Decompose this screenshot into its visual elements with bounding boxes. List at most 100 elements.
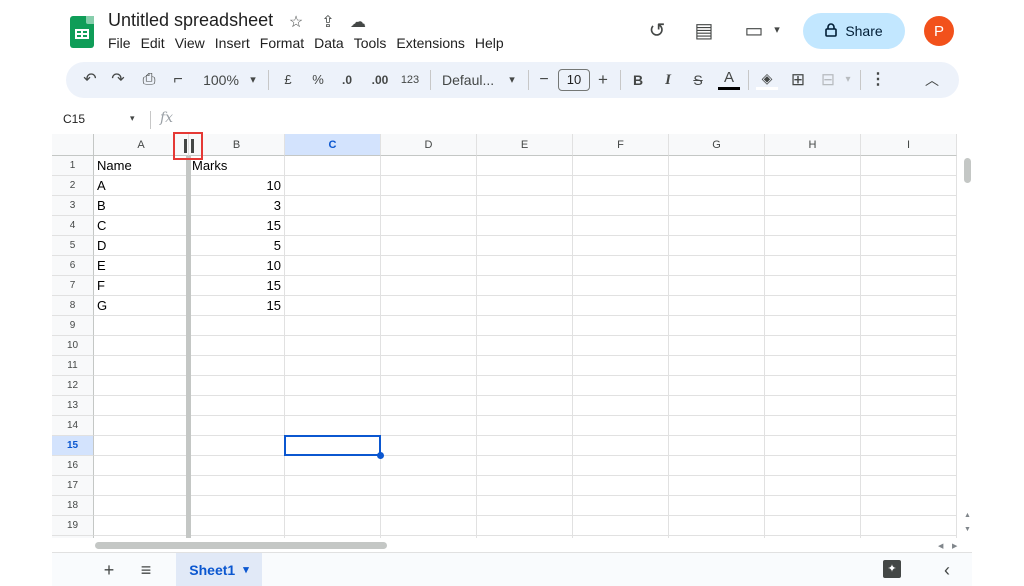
cell-b8[interactable]: 15 — [189, 296, 285, 316]
decrease-font-size-button[interactable]: − — [536, 70, 552, 90]
cell-g4[interactable] — [669, 216, 765, 236]
menu-view[interactable]: View — [175, 35, 205, 51]
increase-decimal-button[interactable]: .00 — [367, 70, 393, 90]
cell-d16[interactable] — [381, 456, 477, 476]
undo-icon[interactable]: ↶ — [80, 70, 100, 90]
cell-g19[interactable] — [669, 516, 765, 536]
cell-f17[interactable] — [573, 476, 669, 496]
column-header-f[interactable]: F — [573, 134, 669, 156]
row-header-2[interactable]: 2 — [52, 176, 94, 196]
add-sheet-icon[interactable]: + — [100, 560, 118, 581]
cell-a11[interactable] — [94, 356, 189, 376]
cell-b15[interactable] — [189, 436, 285, 456]
row-header-13[interactable]: 13 — [52, 396, 94, 416]
cell-b13[interactable] — [189, 396, 285, 416]
spreadsheet-grid[interactable]: A B C D E F G H I 1 Name Marks 2 A 10 3 B 3 4 C 15 5 D 5 6 E 10 7 F 1… — [52, 134, 972, 538]
cell-i1[interactable] — [861, 156, 957, 176]
cell-d11[interactable] — [381, 356, 477, 376]
cell-e18[interactable] — [477, 496, 573, 516]
cell-a6[interactable]: E — [94, 256, 189, 276]
cell-g6[interactable] — [669, 256, 765, 276]
row-header-20[interactable]: 20 — [52, 536, 94, 538]
menu-file[interactable]: File — [108, 35, 131, 51]
column-header-b[interactable]: B — [189, 134, 285, 156]
cell-h2[interactable] — [765, 176, 861, 196]
cell-f1[interactable] — [573, 156, 669, 176]
text-color-button[interactable]: A — [718, 70, 740, 90]
cell-i8[interactable] — [861, 296, 957, 316]
cell-f2[interactable] — [573, 176, 669, 196]
zoom-dropdown-icon[interactable]: ▾ — [246, 70, 260, 90]
menu-help[interactable]: Help — [475, 35, 504, 51]
cell-d5[interactable] — [381, 236, 477, 256]
vertical-scroll-thumb[interactable] — [964, 158, 971, 183]
merge-dropdown-icon[interactable]: ▾ — [842, 70, 854, 90]
font-size-input[interactable]: 10 — [558, 69, 590, 91]
row-header-18[interactable]: 18 — [52, 496, 94, 516]
sheet-tab-dropdown-icon[interactable]: ▾ — [243, 563, 249, 576]
all-sheets-icon[interactable]: ≡ — [137, 560, 155, 581]
cell-f19[interactable] — [573, 516, 669, 536]
scroll-right-arrow-icon[interactable]: ▶ — [952, 542, 957, 550]
merge-cells-icon[interactable]: ⊟ — [818, 70, 838, 90]
row-header-5[interactable]: 5 — [52, 236, 94, 256]
cell-g7[interactable] — [669, 276, 765, 296]
cell-h16[interactable] — [765, 456, 861, 476]
cell-h1[interactable] — [765, 156, 861, 176]
cell-c20[interactable] — [285, 536, 381, 538]
cell-d13[interactable] — [381, 396, 477, 416]
cell-e12[interactable] — [477, 376, 573, 396]
paint-format-icon[interactable]: ⌐ — [168, 70, 188, 90]
cell-c2[interactable] — [285, 176, 381, 196]
cell-a16[interactable] — [94, 456, 189, 476]
cell-d1[interactable] — [381, 156, 477, 176]
cell-e1[interactable] — [477, 156, 573, 176]
cell-d7[interactable] — [381, 276, 477, 296]
cell-f7[interactable] — [573, 276, 669, 296]
explore-icon[interactable]: ✦ — [883, 560, 901, 578]
cell-d4[interactable] — [381, 216, 477, 236]
vertical-scrollbar[interactable] — [962, 156, 972, 538]
cell-e16[interactable] — [477, 456, 573, 476]
cell-e5[interactable] — [477, 236, 573, 256]
row-header-1[interactable]: 1 — [52, 156, 94, 176]
menu-insert[interactable]: Insert — [215, 35, 250, 51]
cell-g2[interactable] — [669, 176, 765, 196]
menu-data[interactable]: Data — [314, 35, 344, 51]
cell-h15[interactable] — [765, 436, 861, 456]
row-header-15[interactable]: 15 — [52, 436, 94, 456]
cell-e6[interactable] — [477, 256, 573, 276]
cell-i4[interactable] — [861, 216, 957, 236]
column-header-g[interactable]: G — [669, 134, 765, 156]
cell-i18[interactable] — [861, 496, 957, 516]
cell-a14[interactable] — [94, 416, 189, 436]
cell-c17[interactable] — [285, 476, 381, 496]
comments-icon[interactable]: ▤ — [692, 18, 716, 43]
cell-i5[interactable] — [861, 236, 957, 256]
cell-c5[interactable] — [285, 236, 381, 256]
cell-d10[interactable] — [381, 336, 477, 356]
cell-f9[interactable] — [573, 316, 669, 336]
cell-e13[interactable] — [477, 396, 573, 416]
side-panel-toggle-icon[interactable]: ‹ — [938, 560, 956, 581]
cell-g1[interactable] — [669, 156, 765, 176]
cell-b20[interactable] — [189, 536, 285, 538]
cell-h9[interactable] — [765, 316, 861, 336]
cell-h6[interactable] — [765, 256, 861, 276]
row-header-9[interactable]: 9 — [52, 316, 94, 336]
cell-h14[interactable] — [765, 416, 861, 436]
name-box-dropdown-icon[interactable]: ▾ — [130, 113, 135, 124]
cell-c8[interactable] — [285, 296, 381, 316]
cell-f10[interactable] — [573, 336, 669, 356]
cell-d14[interactable] — [381, 416, 477, 436]
cell-b12[interactable] — [189, 376, 285, 396]
more-options-icon[interactable]: ⋮ — [868, 70, 888, 90]
cell-i2[interactable] — [861, 176, 957, 196]
cell-i9[interactable] — [861, 316, 957, 336]
cell-d3[interactable] — [381, 196, 477, 216]
cell-c6[interactable] — [285, 256, 381, 276]
row-header-19[interactable]: 19 — [52, 516, 94, 536]
cell-h18[interactable] — [765, 496, 861, 516]
cell-h5[interactable] — [765, 236, 861, 256]
cell-f3[interactable] — [573, 196, 669, 216]
